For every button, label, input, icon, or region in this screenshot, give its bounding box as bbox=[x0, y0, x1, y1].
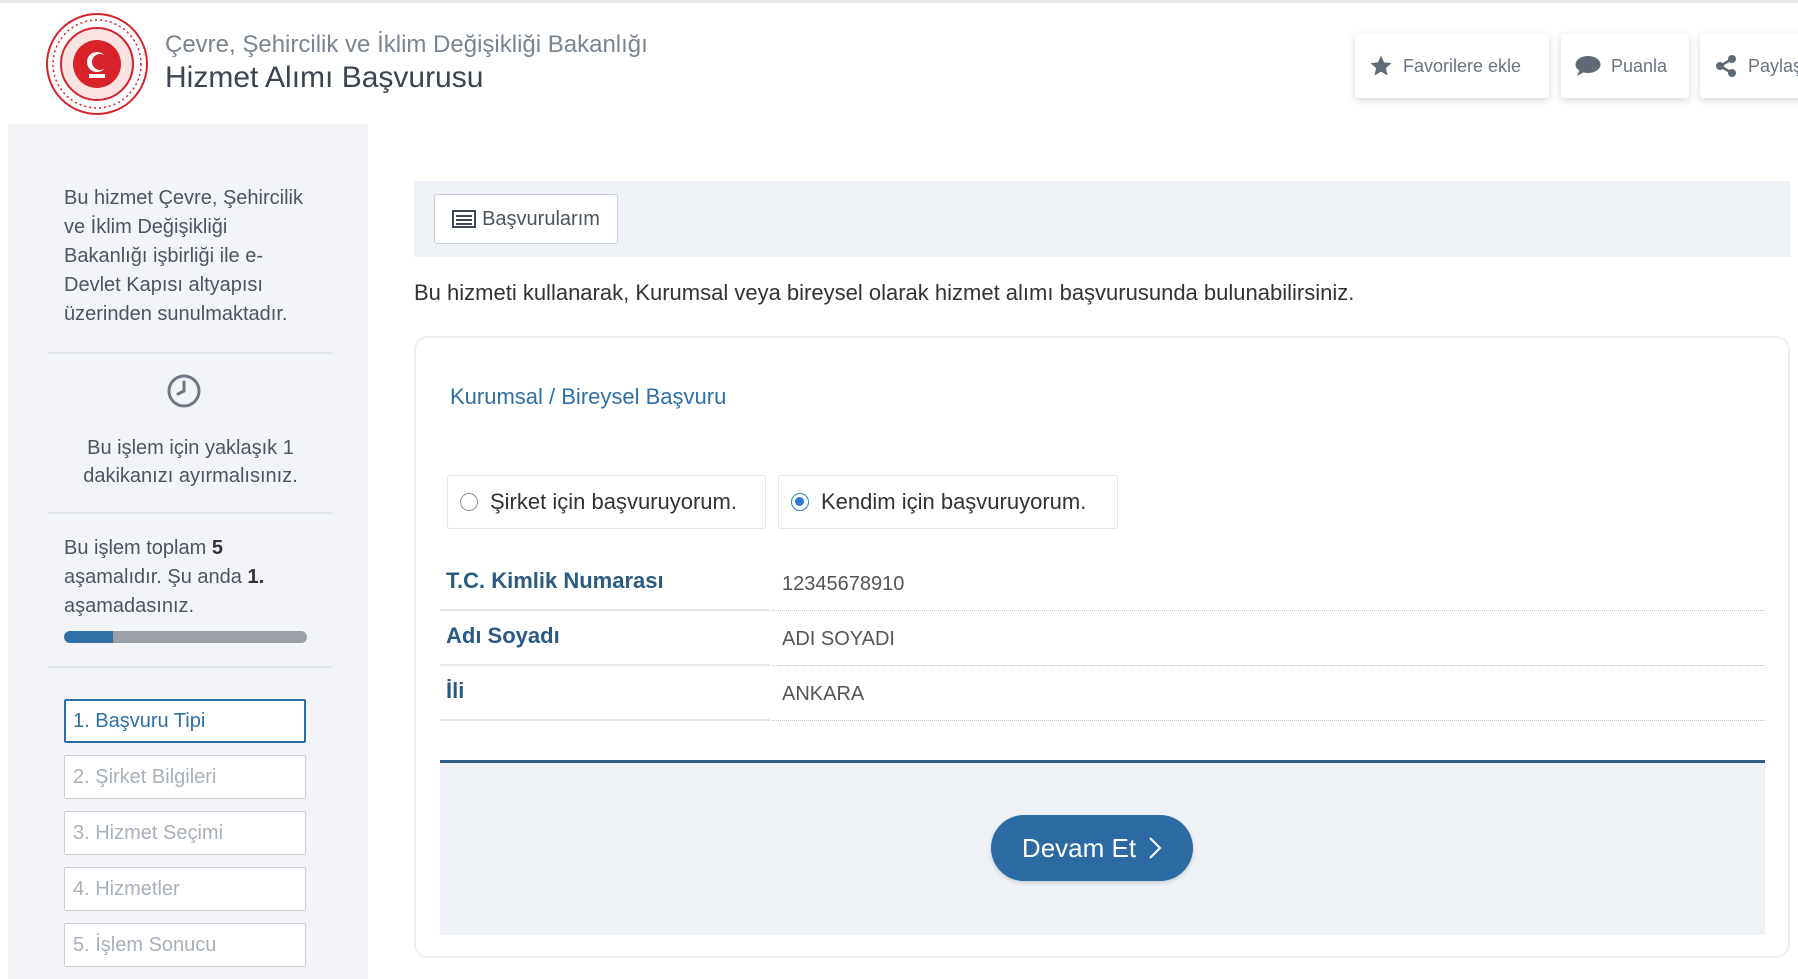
sidebar: Bu hizmet Çevre, Şehircilik ve İklim Değ… bbox=[8, 124, 368, 979]
service-description: Bu hizmet Çevre, Şehircilik ve İklim Değ… bbox=[64, 187, 303, 325]
field-row-city: İli ANKARA bbox=[440, 665, 1765, 723]
field-value-name: ADI SOYADI bbox=[772, 610, 1765, 666]
radio-personal[interactable] bbox=[791, 493, 809, 511]
clock-icon bbox=[167, 374, 201, 408]
chevron-right-icon bbox=[1149, 837, 1162, 859]
favorite-button[interactable]: Favorilere ekle bbox=[1355, 34, 1549, 98]
speech-bubble-icon bbox=[1575, 56, 1601, 76]
progress-bar bbox=[64, 631, 307, 643]
divider bbox=[48, 666, 333, 668]
divider bbox=[48, 352, 333, 354]
rate-label: Puanla bbox=[1611, 55, 1668, 76]
time-notice: Bu işlem için yaklaşık 1 dakikanızı ayır… bbox=[83, 437, 298, 487]
field-label-tc: T.C. Kimlik Numarası bbox=[440, 555, 770, 611]
continue-button[interactable]: Devam Et bbox=[991, 815, 1193, 881]
option-personal[interactable]: Kendim için başvuruyorum. bbox=[778, 475, 1118, 529]
continue-label: Devam Et bbox=[1021, 832, 1137, 863]
toolbar bbox=[414, 181, 1790, 257]
ministry-name: Çevre, Şehircilik ve İklim Değişikliği B… bbox=[165, 31, 648, 58]
list-icon bbox=[452, 210, 477, 228]
star-icon bbox=[1370, 55, 1392, 76]
page-title: Hizmet Alımı Başvurusu bbox=[165, 61, 484, 94]
share-button[interactable]: Paylaş bbox=[1700, 34, 1798, 98]
share-icon bbox=[1716, 55, 1736, 77]
option-company[interactable]: Şirket için başvuruyorum. bbox=[447, 475, 766, 529]
field-label-city: İli bbox=[440, 665, 770, 721]
favorite-label: Favorilere ekle bbox=[1403, 55, 1522, 76]
radio-company[interactable] bbox=[460, 493, 478, 511]
step-islem-sonucu[interactable]: 5. İşlem Sonucu bbox=[64, 923, 306, 967]
header: Çevre, Şehircilik ve İklim Değişikliği B… bbox=[8, 3, 1798, 123]
steps-info: Bu işlem toplam 5 aşamalıdır. Şu anda 1.… bbox=[64, 537, 265, 617]
current-step: 1. bbox=[247, 566, 265, 588]
rate-button[interactable]: Puanla bbox=[1561, 34, 1689, 98]
step-hizmetler[interactable]: 4. Hizmetler bbox=[64, 867, 306, 911]
step-basvuru-tipi[interactable]: 1. Başvuru Tipi bbox=[64, 699, 306, 743]
progress-fill bbox=[64, 631, 113, 643]
step-hizmet-secimi[interactable]: 3. Hizmet Seçimi bbox=[64, 811, 306, 855]
share-label: Paylaş bbox=[1748, 55, 1798, 76]
applications-button[interactable]: Başvurularım bbox=[434, 194, 618, 244]
total-steps: 5 bbox=[211, 537, 223, 559]
field-row-tc: T.C. Kimlik Numarası 12345678910 bbox=[440, 555, 1765, 613]
option-personal-label: Kendim için başvuruyorum. bbox=[821, 489, 1087, 514]
step-sirket-bilgileri[interactable]: 2. Şirket Bilgileri bbox=[64, 755, 306, 799]
field-label-name: Adı Soyadı bbox=[440, 610, 770, 666]
ministry-logo bbox=[46, 13, 148, 115]
intro-text: Bu hizmeti kullanarak, Kurumsal veya bir… bbox=[414, 280, 1355, 305]
field-value-city: ANKARA bbox=[772, 665, 1765, 721]
option-company-label: Şirket için başvuruyorum. bbox=[490, 489, 737, 514]
field-value-tc: 12345678910 bbox=[772, 555, 1765, 611]
applications-label: Başvurularım bbox=[482, 207, 600, 230]
divider bbox=[48, 512, 333, 514]
field-row-name: Adı Soyadı ADI SOYADI bbox=[440, 610, 1765, 668]
card-title: Kurumsal / Bireysel Başvuru bbox=[450, 384, 727, 409]
